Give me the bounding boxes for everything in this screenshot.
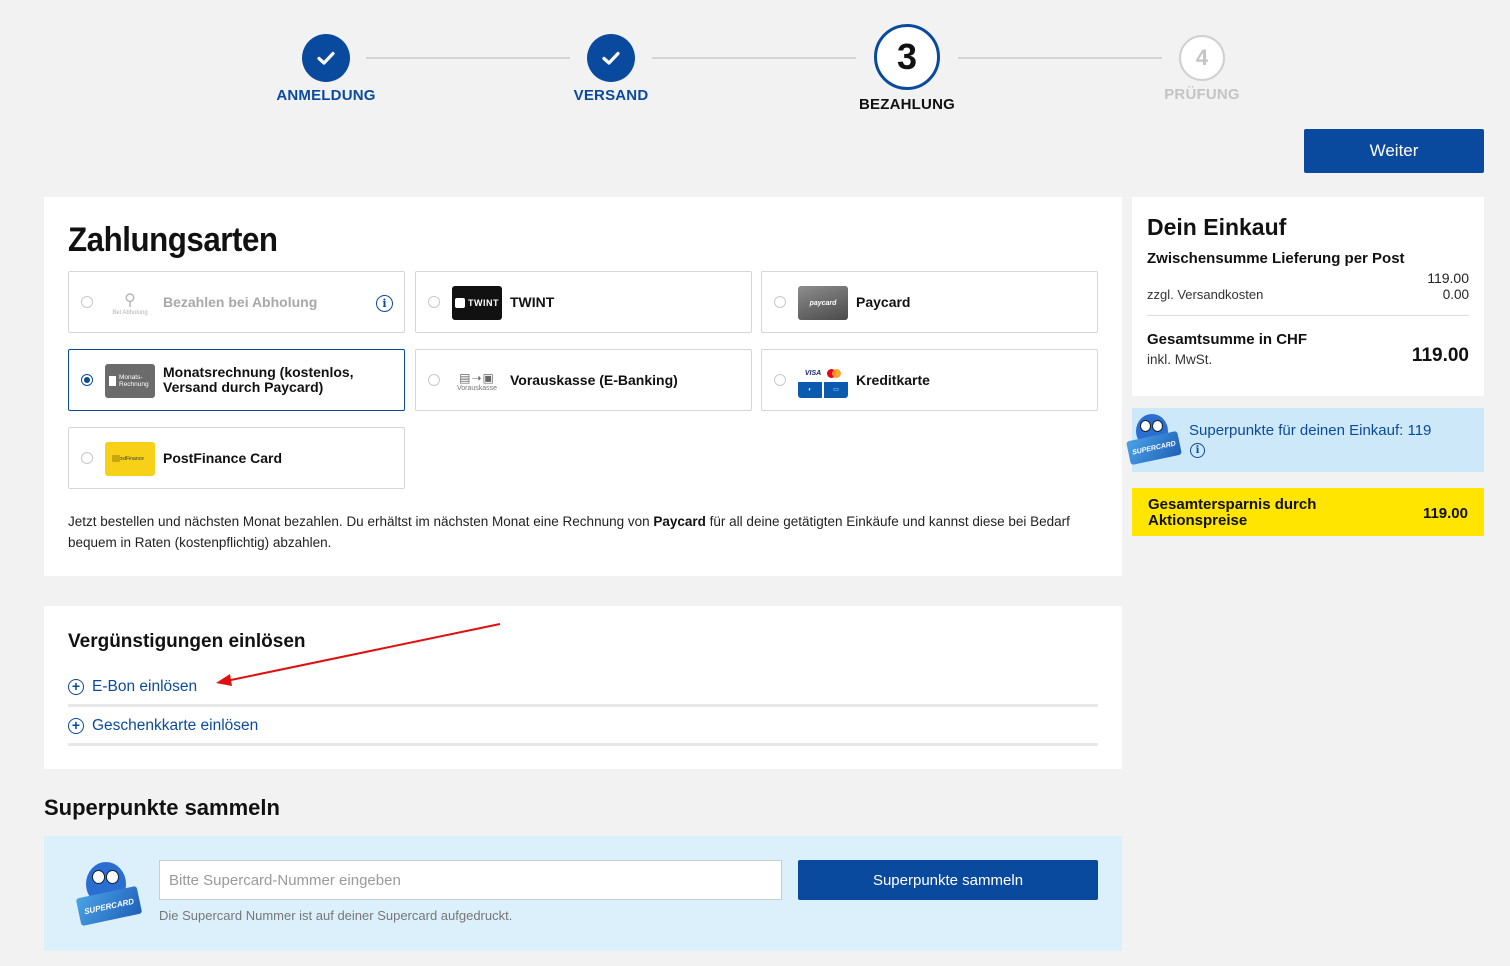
- step-label: BEZAHLUNG: [859, 96, 955, 113]
- supercard-mascot-icon: SUPERCARD: [75, 862, 146, 928]
- collect-superpoints-button[interactable]: Superpunkte sammeln: [798, 860, 1098, 900]
- superpoints-title: Superpunkte sammeln: [44, 795, 280, 820]
- info-icon[interactable]: i: [376, 295, 393, 312]
- payment-option-label: Bezahlen bei Abholung: [163, 293, 318, 310]
- payment-option-label: Monatsrechnung (kostenlos, Versand durch…: [163, 364, 354, 395]
- payment-description: Jetzt bestellen und nächsten Monat bezah…: [68, 511, 1088, 553]
- radio-button: [81, 296, 93, 308]
- logo-text: Vorauskasse: [456, 384, 498, 392]
- payment-option-pickup: ⚲ Bei Abholung Bezahlen bei Abholung i: [68, 271, 405, 333]
- discounts-panel: Vergünstigungen einlösen + E-Bon einlöse…: [44, 606, 1122, 769]
- pickup-logo: ⚲ Bei Abholung: [105, 286, 155, 320]
- logo-text: paycard: [809, 299, 837, 307]
- step-number: 4: [1179, 35, 1225, 81]
- redeem-ebon-link[interactable]: E-Bon einlösen: [92, 678, 197, 696]
- redeem-ebon-row[interactable]: + E-Bon einlösen: [68, 667, 1098, 707]
- twint-mark-icon: [455, 298, 465, 308]
- description-bold: Paycard: [653, 514, 706, 529]
- savings-value: 119.00: [1422, 505, 1468, 522]
- diners-amex-icon: ◐ ▭: [798, 381, 848, 398]
- step-bezahlung: 3 BEZAHLUNG: [807, 0, 1007, 113]
- check-icon: [302, 34, 350, 82]
- document-icon: [109, 376, 116, 386]
- next-button[interactable]: Weiter: [1304, 129, 1484, 173]
- payment-title: Zahlungsarten: [68, 221, 278, 259]
- divider: [1147, 315, 1469, 316]
- payment-option-prepayment[interactable]: ▤➝▣ Vorauskasse Vorauskasse (E-Banking): [415, 349, 752, 411]
- superpoints-panel: SUPERCARD Die Supercard Nummer ist auf d…: [44, 836, 1122, 951]
- logo-text: TWINT: [468, 298, 499, 308]
- cart-summary: Dein Einkauf Zwischensumme Lieferung per…: [1132, 197, 1484, 396]
- card-chip-icon: [112, 455, 120, 462]
- payment-option-label: Vorauskasse (E-Banking): [510, 371, 678, 388]
- logo-text: PostFinance: [116, 456, 144, 462]
- prepayment-logo: ▤➝▣ Vorauskasse: [452, 364, 502, 398]
- logo-text: Monats-Rechnung: [119, 374, 149, 388]
- radio-button[interactable]: [774, 296, 786, 308]
- payment-option-postfinance[interactable]: PostFinance PostFinance Card: [68, 427, 405, 489]
- paycard-logo: paycard: [798, 286, 848, 320]
- cart-title: Dein Einkauf: [1147, 214, 1287, 240]
- subtotal-value: 119.00: [1427, 270, 1469, 286]
- total-label: Gesamtsumme in CHF: [1147, 331, 1308, 348]
- step-number: 3: [874, 24, 940, 90]
- radio-button-selected[interactable]: [81, 374, 93, 386]
- supercard-text: SUPERCARD: [75, 885, 143, 927]
- subtotal-label: Zwischensumme Lieferung per Post: [1147, 250, 1405, 267]
- description-text: Jetzt bestellen und nächsten Monat bezah…: [68, 514, 654, 529]
- discounts-title: Vergünstigungen einlösen: [68, 631, 306, 652]
- credit-card-logos: VISA ◐ ▭: [798, 364, 848, 398]
- supercard-text: SUPERCARD: [1126, 430, 1182, 466]
- payment-option-label: TWINT: [510, 293, 555, 310]
- payment-option-paycard[interactable]: paycard Paycard: [761, 271, 1098, 333]
- payment-option-label: PostFinance Card: [163, 449, 283, 466]
- monthly-invoice-logo: Monats-Rechnung: [105, 364, 155, 398]
- payment-option-twint[interactable]: TWINT TWINT: [415, 271, 752, 333]
- payment-option-label: Kreditkarte: [856, 371, 930, 388]
- step-versand[interactable]: VERSAND: [511, 0, 711, 104]
- supercard-hint: Die Supercard Nummer ist auf deiner Supe…: [159, 908, 513, 923]
- shipping-value: 0.00: [1442, 287, 1469, 302]
- step-label: VERSAND: [573, 87, 649, 104]
- total-value: 119.00: [1411, 345, 1469, 366]
- info-icon[interactable]: i: [1190, 443, 1205, 458]
- shipping-label: zzgl. Versandkosten: [1147, 287, 1264, 302]
- payment-methods-panel: Zahlungsarten ⚲ Bei Abholung Bezahlen be…: [44, 197, 1122, 576]
- twint-logo: TWINT: [452, 286, 502, 320]
- superpoints-text: Superpunkte für deinen Einkauf: 119: [1189, 422, 1432, 439]
- bank-transfer-icon: ▤➝▣: [459, 370, 495, 385]
- payment-option-credit-card[interactable]: VISA ◐ ▭ Kreditkarte: [761, 349, 1098, 411]
- step-pruefung: 4 PRÜFUNG: [1102, 0, 1302, 103]
- location-pin-icon: ⚲: [124, 292, 136, 309]
- visa-logo: VISA: [804, 369, 822, 377]
- postfinance-logo: PostFinance: [105, 442, 155, 476]
- checkout-stepper: ANMELDUNG VERSAND 3 BEZAHLUNG 4 PRÜFUNG: [0, 0, 1510, 120]
- payment-option-label: Paycard: [856, 293, 911, 310]
- step-anmeldung[interactable]: ANMELDUNG: [226, 0, 426, 104]
- check-icon: [587, 34, 635, 82]
- plus-circle-icon[interactable]: +: [68, 679, 84, 695]
- savings-label: Gesamtersparnis durch Aktionspreise: [1148, 496, 1317, 529]
- step-label: ANMELDUNG: [276, 87, 376, 104]
- step-label: PRÜFUNG: [1164, 86, 1240, 103]
- radio-button[interactable]: [428, 296, 440, 308]
- savings-box: Gesamtersparnis durch Aktionspreise 119.…: [1132, 488, 1484, 536]
- supercard-mascot-icon: SUPERCARD: [1126, 414, 1184, 470]
- payment-option-monthly-invoice[interactable]: Monats-Rechnung Monatsrechnung (kostenlo…: [68, 349, 405, 411]
- redeem-giftcard-row[interactable]: + Geschenkkarte einlösen: [68, 706, 1098, 746]
- radio-button[interactable]: [428, 374, 440, 386]
- plus-circle-icon[interactable]: +: [68, 718, 84, 734]
- logo-text: Bei Abholung: [112, 310, 148, 316]
- superpoints-info-box: SUPERCARD Superpunkte für deinen Einkauf…: [1126, 408, 1484, 472]
- radio-button[interactable]: [81, 452, 93, 464]
- supercard-number-input[interactable]: [159, 860, 782, 900]
- total-vat-note: inkl. MwSt.: [1147, 352, 1213, 367]
- mastercard-icon: [827, 368, 842, 378]
- radio-button[interactable]: [774, 374, 786, 386]
- redeem-giftcard-link[interactable]: Geschenkkarte einlösen: [92, 717, 258, 735]
